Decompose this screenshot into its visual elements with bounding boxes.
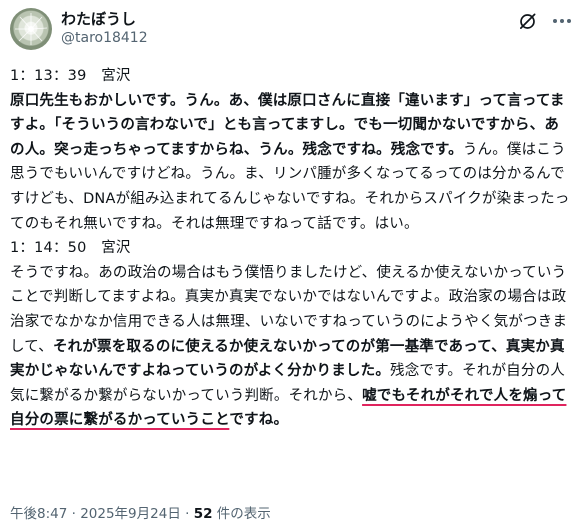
post-header: わたぼうし @taro18412 [10,6,573,62]
timestamp-line: 1：14：50 宮沢 [10,240,131,257]
view-count: 52 [193,506,213,522]
display-name[interactable]: わたぼうし [61,9,148,29]
paragraph: 原口先生もおかしいです。うん。あ、僕は原口さんに直接「違います」って言ってますよ… [10,89,573,237]
avatar[interactable] [10,8,52,50]
bold-text: ですね。 [229,412,289,429]
paragraph: そうですね。あの政治の場合はもう僕悟りましたけど、使えるか使えないかっていうこと… [10,261,573,433]
post-text: 1：13：39 宮沢 原口先生もおかしいです。うん。あ、僕は原口さんに直接「違い… [10,64,573,433]
post-card: わたぼうし @taro18412 1：13：39 宮沢 原口先生もおかしいです。… [0,0,583,531]
more-icon[interactable] [551,10,573,32]
separator: · [67,506,81,522]
view-label: 件の表示 [212,506,271,522]
grok-icon[interactable] [516,10,538,32]
post-date[interactable]: 2025年9月24日 [80,506,181,522]
separator: · [180,506,194,522]
author-names: わたぼうし @taro18412 [61,6,148,48]
post-time[interactable]: 午後8:47 [10,506,67,522]
timestamp-line: 1：13：39 宮沢 [10,68,131,84]
user-handle[interactable]: @taro18412 [61,29,148,48]
header-actions [516,6,573,32]
post-meta: 午後8:47 · 2025年9月24日 · 52 件の表示 [10,502,271,522]
dandelion-icon [15,13,48,45]
